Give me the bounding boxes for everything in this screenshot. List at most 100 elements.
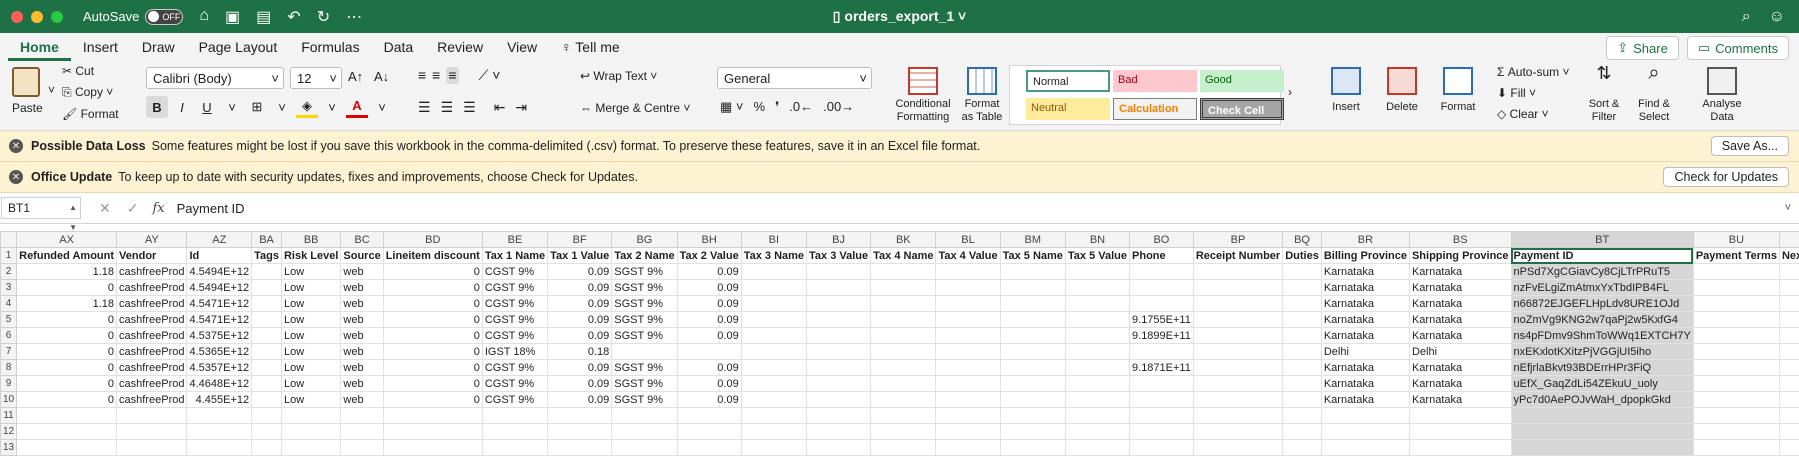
cell-bn3[interactable] [1064,279,1131,296]
cell-bg7[interactable] [611,343,678,360]
redo-icon[interactable]: ↻ [317,7,330,27]
cell-bh7[interactable] [676,343,742,360]
cell-bk10[interactable] [870,391,937,408]
cell-bb12[interactable] [280,423,342,440]
font-color-dropdown[interactable]: ˅ [371,96,393,118]
cell-bl10[interactable] [935,391,1001,408]
cell-be2[interactable]: CGST 9% [481,263,549,280]
cell-be4[interactable]: CGST 9% [481,295,549,312]
cell-bd8[interactable]: 0 [382,359,483,376]
cell-ay7[interactable]: cashfreeProd [116,343,188,360]
decrease-font-icon[interactable]: A↓ [374,69,389,84]
dismiss-icon[interactable]: ✕ [9,170,23,184]
cell-bo13[interactable] [1129,439,1194,456]
close-window-button[interactable] [11,10,23,23]
cell-bb10[interactable]: Low [280,391,342,408]
tab-view[interactable]: View [495,33,549,61]
cell-ax12[interactable] [16,423,118,440]
tab-tell-me[interactable]: ♀ Tell me [549,33,632,61]
cell-bp9[interactable] [1192,375,1284,392]
cell-bg3[interactable]: SGST 9% [611,279,678,296]
cell-ba2[interactable] [251,263,282,280]
cell-bf9[interactable]: 0.09 [547,375,613,392]
cell-br6[interactable]: Karnataka [1320,327,1410,344]
cell-bd3[interactable]: 0 [382,279,483,296]
row-header[interactable]: 9 [0,375,18,392]
cell-bq9[interactable] [1282,375,1322,392]
save-icon[interactable]: ▣ [225,7,240,27]
cell-bn8[interactable] [1064,359,1131,376]
cell-bf7[interactable]: 0.18 [547,343,613,360]
style-check-cell[interactable]: Check Cell [1200,98,1284,120]
cell-bu3[interactable] [1692,279,1780,296]
cell-bs7[interactable]: Delhi [1408,343,1512,360]
cell-bs11[interactable] [1408,407,1512,424]
cell-ax9[interactable]: 0 [16,375,118,392]
cell-bb3[interactable]: Low [280,279,342,296]
cell-bn11[interactable] [1064,407,1131,424]
cell-bl3[interactable] [935,279,1001,296]
cell-bk9[interactable] [870,375,937,392]
row-header[interactable]: 4 [0,295,18,312]
cell-ay2[interactable]: cashfreeProd [116,263,188,280]
cell-bs5[interactable]: Karnataka [1408,311,1512,328]
align-right-icon[interactable]: ☰ [463,99,476,116]
cell-be1[interactable]: Tax 1 Name [481,247,549,264]
cell-bd10[interactable]: 0 [382,391,483,408]
cell-bs2[interactable]: Karnataka [1408,263,1512,280]
cell-ba6[interactable] [251,327,282,344]
currency-icon[interactable]: ▦ ˅ [720,99,744,115]
cell-bg10[interactable]: SGST 9% [611,391,678,408]
cell-bj10[interactable] [806,391,872,408]
cell-br4[interactable]: Karnataka [1320,295,1410,312]
account-icon[interactable]: ☺ [1769,8,1785,26]
cell-bf13[interactable] [547,439,613,456]
cell-bj12[interactable] [806,423,872,440]
cell-bp7[interactable] [1192,343,1284,360]
cell-bu13[interactable] [1692,439,1780,456]
cell-bm4[interactable] [999,295,1066,312]
cell-bi12[interactable] [740,423,808,440]
cell-ax4[interactable]: 1.18 [16,295,118,312]
cell-be3[interactable]: CGST 9% [481,279,549,296]
cell-bj13[interactable] [806,439,872,456]
cell-bq12[interactable] [1282,423,1322,440]
zoom-window-button[interactable] [51,10,63,23]
cell-be8[interactable]: CGST 9% [481,359,549,376]
cell-bv5[interactable] [1778,311,1799,328]
row-header[interactable]: 10 [0,391,18,408]
font-size-select[interactable]: 12 ˅ [290,67,342,89]
align-top-icon[interactable]: ≡ [418,67,426,84]
cell-bg4[interactable]: SGST 9% [611,295,678,312]
cell-bc4[interactable]: web [340,295,384,312]
cell-bj11[interactable] [806,407,872,424]
cell-bq5[interactable] [1282,311,1322,328]
cell-ax7[interactable]: 0 [16,343,118,360]
cell-bi1[interactable]: Tax 3 Name [740,247,808,264]
bold-button[interactable]: B [146,96,168,118]
cell-bh5[interactable]: 0.09 [676,311,742,328]
style-neutral[interactable]: Neutral [1026,98,1110,120]
cell-bv8[interactable] [1778,359,1799,376]
cell-bd11[interactable] [382,407,483,424]
find-select-button[interactable]: ⌕ Find & Select [1630,63,1678,124]
cell-ba13[interactable] [251,439,282,456]
cell-bp11[interactable] [1192,407,1284,424]
cell-bo8[interactable]: 9.1871E+11 [1129,359,1194,376]
cell-bq2[interactable] [1282,263,1322,280]
formula-input[interactable]: Payment ID [177,201,245,216]
cell-bv12[interactable] [1778,423,1799,440]
cell-ba1[interactable]: Tags [251,247,282,264]
style-normal[interactable]: Normal [1026,70,1110,92]
row-header[interactable]: 3 [0,279,18,296]
cell-ax6[interactable]: 0 [16,327,118,344]
cell-bd9[interactable]: 0 [382,375,483,392]
column-header-ay[interactable]: AY [116,231,188,248]
cell-bg9[interactable]: SGST 9% [611,375,678,392]
column-header-bt[interactable]: BT [1510,231,1694,248]
cell-bc10[interactable]: web [340,391,384,408]
column-header-bp[interactable]: BP [1192,231,1284,248]
cell-bp8[interactable] [1192,359,1284,376]
cell-bo9[interactable] [1129,375,1194,392]
row-header[interactable]: 13 [0,439,18,456]
